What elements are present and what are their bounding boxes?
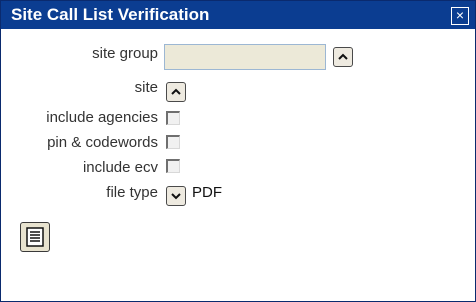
dialog-title: Site Call List Verification	[11, 5, 210, 24]
run-report-button[interactable]	[20, 222, 50, 252]
include-ecv-checkbox[interactable]	[166, 159, 180, 173]
close-button[interactable]: ×	[451, 7, 469, 25]
file-type-label: file type	[106, 184, 158, 201]
include-agencies-checkbox[interactable]	[166, 111, 180, 125]
site-call-list-dialog: Site Call List Verification × site group…	[0, 0, 476, 302]
site-group-input[interactable]	[164, 44, 326, 70]
chevron-up-icon	[338, 53, 348, 60]
site-group-picker-button[interactable]	[333, 47, 353, 67]
chevron-down-icon	[171, 193, 181, 200]
chevron-up-icon	[171, 88, 181, 95]
close-icon: ×	[455, 7, 465, 23]
dialog-titlebar: Site Call List Verification ×	[1, 1, 475, 29]
pin-codewords-checkbox[interactable]	[166, 135, 180, 149]
document-list-icon	[26, 227, 44, 247]
file-type-value: PDF	[192, 184, 222, 201]
site-label: site	[134, 79, 158, 96]
pin-codewords-label: pin & codewords	[47, 134, 158, 151]
file-type-dropdown-button[interactable]	[166, 186, 186, 206]
site-group-label: site group	[92, 45, 158, 62]
include-agencies-label: include agencies	[46, 109, 158, 126]
include-ecv-label: include ecv	[82, 159, 158, 176]
site-picker-button[interactable]	[166, 82, 186, 102]
